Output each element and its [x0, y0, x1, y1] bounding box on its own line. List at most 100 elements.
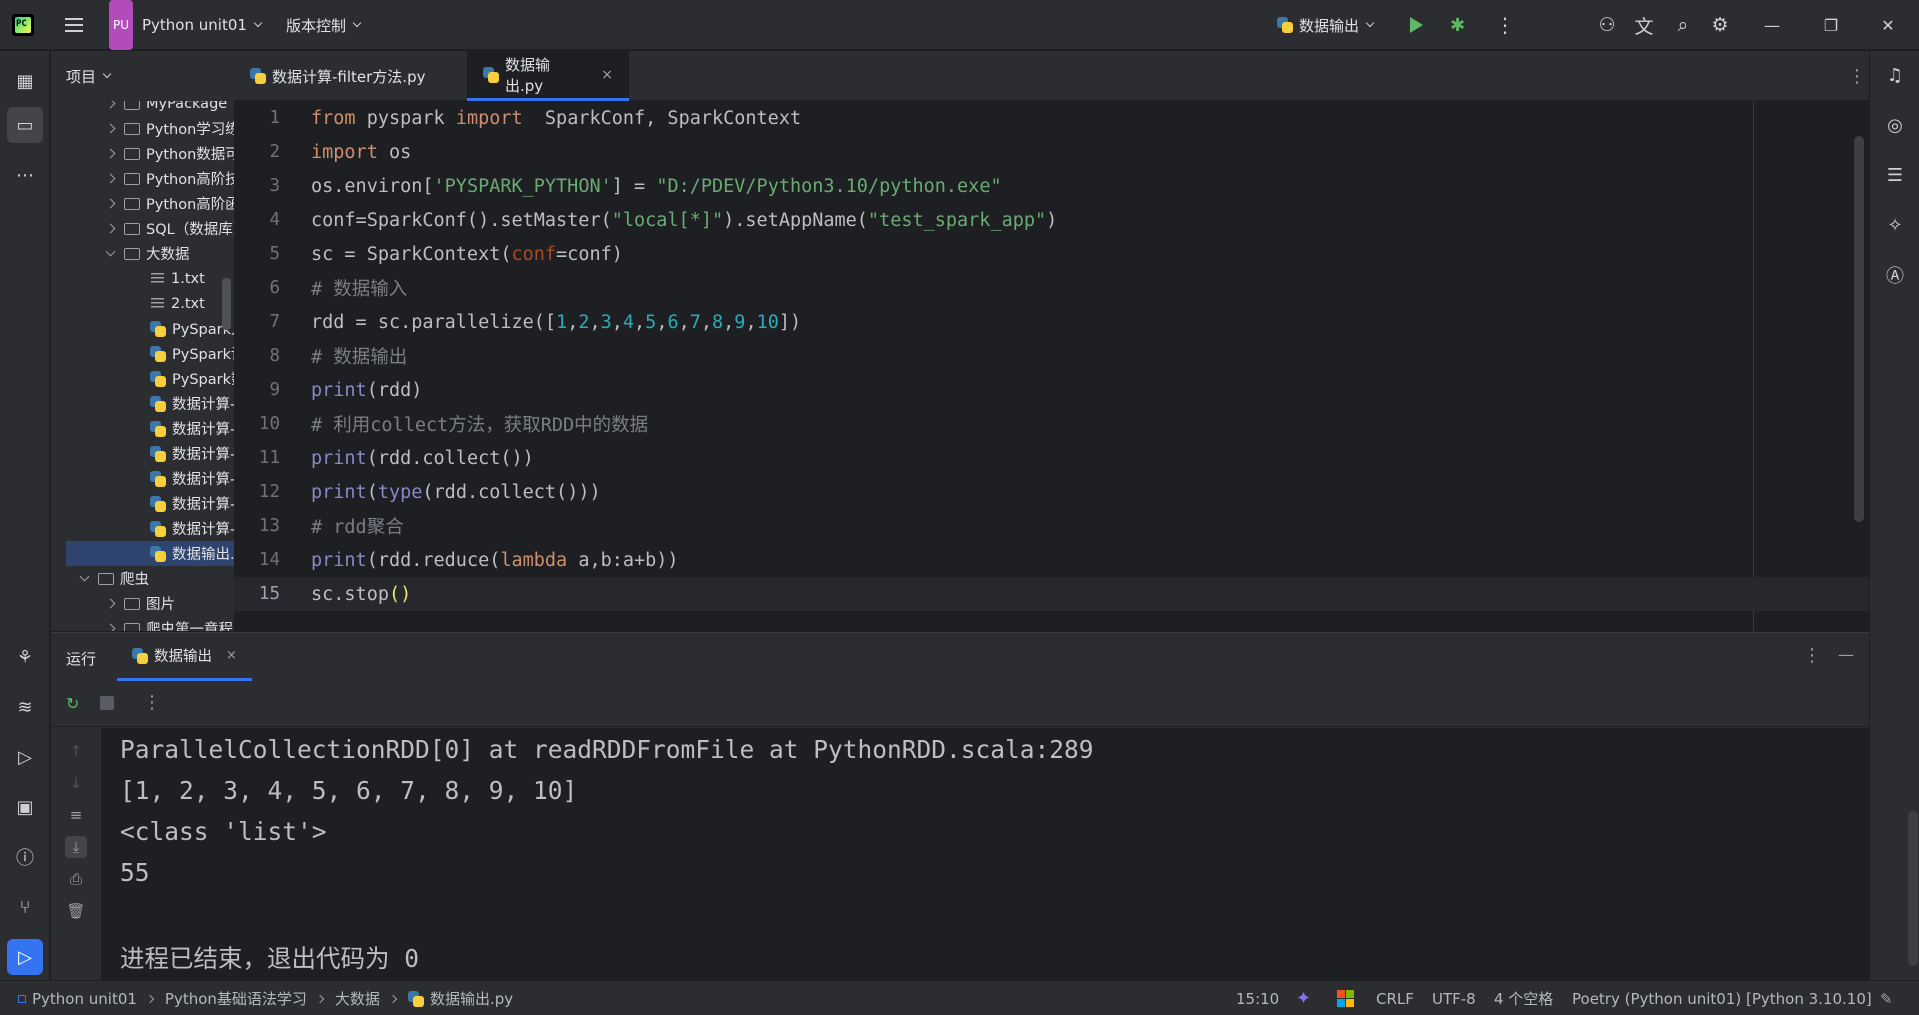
chevron-down-icon	[79, 571, 90, 582]
folder-icon	[124, 197, 140, 210]
services-icon[interactable]: ▷	[7, 739, 43, 775]
project-panel-header[interactable]: 项目	[51, 51, 234, 101]
project-panel-title: 项目	[66, 67, 97, 86]
translate-icon[interactable]: 文	[1631, 0, 1657, 50]
breadcrumb-item[interactable]: 大数据	[335, 988, 380, 1009]
plugin-icon[interactable]: ✧	[1877, 207, 1913, 243]
python-packages-icon[interactable]: ⚘	[7, 639, 43, 675]
console-line: 55	[120, 858, 150, 887]
file-encoding[interactable]: UTF-8	[1432, 981, 1476, 1015]
minimize-button[interactable]: —	[1757, 0, 1787, 50]
notifications-icon[interactable]: ♫	[1877, 57, 1913, 93]
project-scrollbar[interactable]	[222, 278, 231, 330]
line-ending[interactable]: CRLF	[1376, 981, 1414, 1015]
tree-item[interactable]: MyPackage	[51, 101, 234, 116]
code-line: 8 # 数据输出	[269, 346, 408, 368]
font-icon[interactable]: Ⓐ	[1877, 257, 1913, 293]
cursor-position[interactable]: 15:10	[1236, 981, 1279, 1015]
soft-wrap-icon[interactable]: ≡	[65, 804, 87, 826]
main-menu-icon[interactable]	[60, 0, 88, 50]
run-tab-output[interactable]: 数据输出 ×	[117, 633, 252, 681]
folder-icon	[98, 572, 114, 585]
more-actions-icon[interactable]: ⋮	[1495, 0, 1515, 50]
problems-icon[interactable]: ⓘ	[7, 839, 43, 875]
rerun-icon[interactable]: ↻	[66, 694, 79, 713]
tree-item-selected[interactable]: 数据输出.py	[66, 541, 234, 566]
gear-icon[interactable]: ⚙	[1707, 0, 1733, 50]
tree-item[interactable]: 数据计算-filter方法.py	[51, 466, 234, 491]
breadcrumb-item[interactable]: 数据输出.py	[430, 988, 513, 1009]
trash-icon[interactable]: 🗑	[65, 900, 87, 922]
tree-item[interactable]: Python高阶技巧	[51, 166, 234, 191]
tree-item[interactable]: 爬虫	[51, 566, 234, 591]
close-tab-icon[interactable]: ×	[601, 67, 613, 83]
scroll-to-end-icon[interactable]: ⤓	[65, 836, 87, 858]
tree-item[interactable]: 1.txt	[51, 266, 234, 291]
restore-button[interactable]: ❐	[1816, 0, 1846, 50]
project-badge[interactable]: PU	[109, 0, 133, 50]
bug-icon: ✱	[1450, 14, 1466, 36]
database-icon[interactable]: ☰	[1877, 157, 1913, 193]
tree-item[interactable]: Python学习练习	[51, 116, 234, 141]
run-more-icon[interactable]: ⋮	[1803, 645, 1821, 666]
structure-icon[interactable]: ▦	[7, 63, 43, 99]
tree-item[interactable]: Python高阶函数	[51, 191, 234, 216]
print-icon[interactable]: ⎙	[65, 868, 87, 890]
tree-item[interactable]: PySpark读取.py	[51, 341, 234, 366]
tree-item[interactable]: 2.txt	[51, 291, 234, 316]
hide-panel-icon[interactable]: —	[1838, 645, 1854, 664]
chevron-right-icon	[315, 994, 325, 1003]
layers-icon[interactable]: ≋	[7, 689, 43, 725]
chevron-right-icon	[105, 173, 116, 184]
chevron-down-icon	[102, 69, 112, 79]
git-icon[interactable]: ⑂	[7, 889, 43, 925]
tree-item[interactable]: 图片	[51, 591, 234, 616]
tree-item[interactable]: 爬虫第一章程	[51, 616, 234, 631]
python-file-icon	[150, 320, 166, 337]
arrow-down-icon[interactable]: ↓	[65, 772, 87, 794]
more-tools-icon[interactable]: ⋯	[7, 157, 43, 193]
tree-item[interactable]: 数据计算-reduceByKey.py	[51, 441, 234, 466]
terminal-icon[interactable]: ▣	[7, 789, 43, 825]
stop-icon[interactable]	[100, 696, 114, 710]
tab-output[interactable]: 数据输出.py ×	[467, 51, 629, 101]
app-logo-icon[interactable]	[12, 0, 38, 50]
run-tool-icon[interactable]: ▷	[7, 939, 43, 975]
vcs-menu[interactable]: 版本控制	[286, 0, 362, 50]
lock-icon[interactable]: ✎	[1880, 981, 1893, 1015]
ai-assistant-icon[interactable]: ◎	[1877, 107, 1913, 143]
code-line: 6 # 数据输入	[269, 278, 408, 300]
search-icon[interactable]: ⌕	[1670, 0, 1696, 50]
code-editor[interactable]: ⚠14 ✔1 ⌃ ⌄ 1from pyspark import SparkCon…	[234, 101, 1869, 631]
tree-item[interactable]: 数据计算-map.py	[51, 391, 234, 416]
tree-item[interactable]: 数据计算-flatMap.py	[51, 416, 234, 441]
close-tab-icon[interactable]: ×	[226, 648, 237, 663]
close-window-button[interactable]: ✕	[1873, 0, 1903, 50]
arrow-up-icon[interactable]: ↑	[65, 740, 87, 762]
tree-item[interactable]: 数据计算-distinct.py	[51, 491, 234, 516]
add-user-icon[interactable]: ⚇	[1594, 0, 1620, 50]
more-actions-icon[interactable]: ⋮	[143, 692, 161, 713]
console-output[interactable]: ParallelCollectionRDD[0] at readRDDFromF…	[101, 728, 1918, 981]
ai-status-icon[interactable]: ✦	[1296, 981, 1311, 1015]
tab-filter[interactable]: 数据计算-filter方法.py	[234, 51, 466, 101]
folder-icon	[124, 622, 140, 631]
indent-setting[interactable]: 4 个空格	[1494, 981, 1553, 1015]
tree-item[interactable]: PySpark数据.py	[51, 366, 234, 391]
breadcrumb-item[interactable]: Python基础语法学习	[165, 988, 307, 1009]
tabs-more-icon[interactable]: ⋮	[1832, 51, 1882, 101]
interpreter[interactable]: Poetry (Python unit01) [Python 3.10.10]	[1572, 981, 1872, 1015]
tree-item[interactable]: SQL（数据库）	[51, 216, 234, 241]
tree-item[interactable]: 数据计算-sortBy.py	[51, 516, 234, 541]
project-switcher[interactable]: Python unit01	[142, 0, 263, 50]
run-config-selector[interactable]: 数据输出	[1277, 0, 1375, 50]
tree-item[interactable]: PySpark入门.py	[51, 316, 234, 341]
windows-icon[interactable]	[1337, 981, 1354, 1015]
debug-button[interactable]: ✱	[1450, 0, 1472, 50]
tree-item[interactable]: Python数据可视化	[51, 141, 234, 166]
tree-item[interactable]: 大数据	[51, 241, 234, 266]
breadcrumb-item[interactable]: Python unit01	[32, 990, 137, 1008]
console-scrollbar[interactable]	[1908, 811, 1918, 966]
project-folder-icon[interactable]: ▭	[7, 107, 43, 143]
run-button[interactable]	[1410, 0, 1430, 50]
